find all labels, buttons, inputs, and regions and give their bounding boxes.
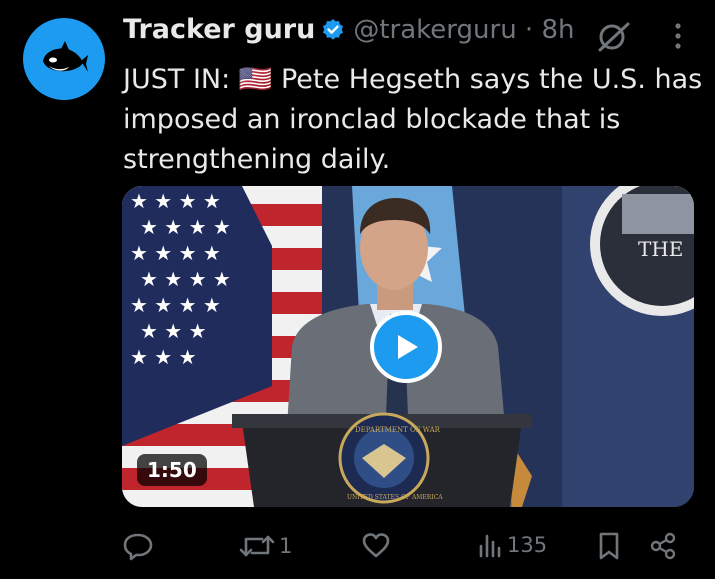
svg-text:★ ★ ★ ★: ★ ★ ★ ★ <box>140 267 231 291</box>
tweet-header: Tracker guru @trakerguru · 8h <box>123 14 574 45</box>
svg-text:★ ★ ★: ★ ★ ★ <box>140 319 207 343</box>
seal-bottom-text: UNITED STATES OF AMERICA <box>347 494 443 501</box>
svg-text:★ ★ ★ ★: ★ ★ ★ ★ <box>140 215 231 239</box>
backdrop-text: THE <box>638 237 683 261</box>
like-button[interactable] <box>361 531 394 559</box>
author-name[interactable]: Tracker guru <box>123 14 315 45</box>
handle-and-time[interactable]: @trakerguru · 8h <box>353 15 574 45</box>
share-icon[interactable] <box>648 531 678 561</box>
bookmark-icon[interactable] <box>596 531 622 561</box>
repost-button[interactable]: 1 <box>238 531 292 561</box>
views-icon <box>479 534 501 558</box>
heart-icon <box>362 533 390 558</box>
more-icon[interactable] <box>672 20 684 52</box>
play-icon <box>398 335 418 359</box>
action-bar: 1 135 <box>0 527 715 563</box>
repost-icon <box>239 535 275 557</box>
reply-icon <box>123 533 153 561</box>
repost-count: 1 <box>279 534 293 558</box>
svg-text:★ ★ ★ ★: ★ ★ ★ ★ <box>130 241 221 265</box>
views-button[interactable]: 135 <box>478 531 547 559</box>
seal-text: DEPARTMENT OF WAR <box>355 426 441 434</box>
svg-text:★ ★ ★ ★: ★ ★ ★ ★ <box>130 293 221 317</box>
avatar[interactable] <box>23 18 105 100</box>
grok-icon[interactable] <box>596 20 632 54</box>
tweet-text: JUST IN: 🇺🇸 Pete Hegseth says the U.S. h… <box>123 64 703 175</box>
views-count: 135 <box>507 533 548 557</box>
svg-text:★ ★ ★ ★: ★ ★ ★ ★ <box>130 189 221 213</box>
play-button[interactable] <box>370 311 442 383</box>
video-player[interactable]: ★ ★ ★ ★ ★ ★ ★ ★ ★ ★ ★ ★ ★ ★ ★ ★ ★ ★ ★ ★ … <box>122 186 694 507</box>
svg-text:★ ★ ★: ★ ★ ★ <box>130 345 197 369</box>
reply-button[interactable] <box>122 531 157 561</box>
verified-badge-icon <box>323 18 344 40</box>
video-duration: 1:50 <box>137 454 207 486</box>
orca-icon <box>43 41 88 72</box>
